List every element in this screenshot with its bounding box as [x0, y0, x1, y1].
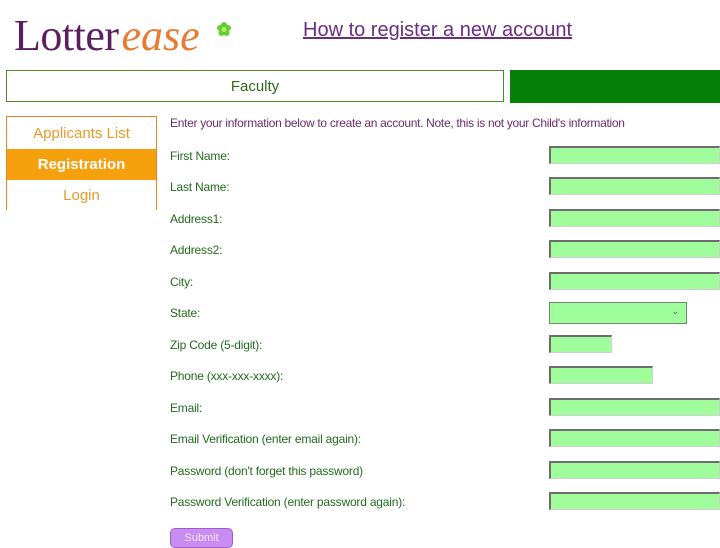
- submit-button[interactable]: Submit: [170, 528, 233, 548]
- last-name-input[interactable]: [549, 177, 720, 195]
- phone-input[interactable]: [549, 366, 653, 384]
- flower-icon: [217, 22, 231, 36]
- address1-input[interactable]: [549, 209, 720, 227]
- state-label: State:: [170, 306, 201, 320]
- email-label: Email:: [170, 401, 203, 415]
- password-verification-label: Password Verification (enter password ag…: [170, 495, 406, 509]
- sidebar-item-label: Login: [63, 186, 100, 204]
- sidebar-nav: Applicants List Registration Login: [6, 116, 157, 210]
- tab-active-bar[interactable]: [510, 70, 720, 103]
- phone-label: Phone (xxx-xxx-xxxx):: [170, 369, 284, 383]
- city-label: City:: [170, 275, 194, 289]
- password-input[interactable]: [549, 461, 720, 479]
- password-label: Password (don't forget this password): [170, 464, 363, 478]
- zip-code-input[interactable]: [549, 335, 612, 353]
- logo-text-ease: ease: [121, 11, 200, 60]
- sidebar-item-applicants-list[interactable]: Applicants List: [6, 116, 157, 149]
- tab-faculty-label: Faculty: [230, 77, 280, 95]
- zip-code-label: Zip Code (5-digit):: [170, 338, 263, 352]
- first-name-label: First Name:: [170, 149, 230, 163]
- address1-label: Address1:: [170, 212, 223, 226]
- state-select[interactable]: ⌄: [549, 302, 687, 324]
- logo-text-lotter: Lotter: [14, 11, 119, 60]
- tab-faculty[interactable]: Faculty: [6, 70, 504, 102]
- first-name-input[interactable]: [549, 146, 720, 164]
- how-to-register-link[interactable]: How to register a new account: [303, 19, 572, 42]
- sidebar-item-label: Applicants List: [33, 124, 130, 142]
- logo: Lotter ease: [14, 10, 231, 60]
- address2-input[interactable]: [549, 240, 720, 258]
- form-intro: Enter your information below to create a…: [170, 116, 625, 130]
- password-verification-input[interactable]: [549, 492, 720, 510]
- last-name-label: Last Name:: [170, 180, 230, 194]
- sidebar-item-label: Registration: [37, 156, 126, 173]
- email-verification-input[interactable]: [549, 429, 720, 447]
- sidebar-item-login[interactable]: Login: [6, 180, 157, 210]
- email-input[interactable]: [549, 398, 720, 416]
- sidebar-item-registration[interactable]: Registration: [6, 149, 157, 180]
- city-input[interactable]: [549, 272, 720, 290]
- email-verification-label: Email Verification (enter email again):: [170, 432, 361, 446]
- chevron-down-icon: ⌄: [671, 306, 679, 316]
- address2-label: Address2:: [170, 243, 223, 257]
